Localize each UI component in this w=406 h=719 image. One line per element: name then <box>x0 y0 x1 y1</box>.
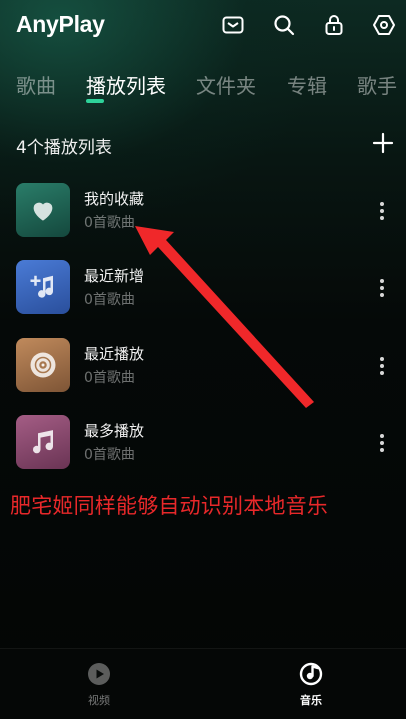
playlist-item-most-played[interactable]: 最多播放 0首歌曲 <box>0 415 406 485</box>
settings-icon[interactable] <box>372 13 396 37</box>
nav-video[interactable]: 视频 <box>69 661 129 708</box>
more-options-icon[interactable] <box>374 277 390 299</box>
tab-songs[interactable]: 歌曲 <box>16 70 56 99</box>
tab-artists[interactable]: 歌手 <box>357 70 397 99</box>
category-tabs: 歌曲 播放列表 文件夹 专辑 歌手 <box>0 64 406 108</box>
music-disc-icon <box>299 662 323 686</box>
top-bar: AnyPlay <box>0 0 406 52</box>
playlist-title: 最近新增 <box>84 267 145 285</box>
playlist-song-count: 0首歌曲 <box>84 215 135 231</box>
playlist-item-recently-played[interactable]: 最近播放 0首歌曲 <box>0 338 406 408</box>
app-logo: AnyPlay <box>16 11 105 37</box>
music-note-icon <box>16 415 70 469</box>
playlist-title: 最多播放 <box>84 422 145 440</box>
nav-video-label: 视频 <box>88 694 110 707</box>
playlist-song-count: 0首歌曲 <box>84 292 135 308</box>
playlist-count: 4个播放列表 <box>16 138 112 158</box>
search-icon[interactable] <box>272 13 296 37</box>
playlist-item-favorites[interactable]: 我的收藏 0首歌曲 <box>0 183 406 253</box>
nav-music[interactable]: 音乐 <box>281 661 341 708</box>
heart-icon <box>16 183 70 237</box>
more-options-icon[interactable] <box>374 355 390 377</box>
playlist-song-count: 0首歌曲 <box>84 370 135 386</box>
playlist-title: 最近播放 <box>84 345 145 363</box>
playlist-item-recently-added[interactable]: 最近新增 0首歌曲 <box>0 260 406 330</box>
mail-icon[interactable] <box>221 13 245 37</box>
more-options-icon[interactable] <box>374 200 390 222</box>
bottom-nav: 视频 音乐 <box>0 648 406 719</box>
active-tab-indicator <box>86 99 104 103</box>
more-options-icon[interactable] <box>374 432 390 454</box>
annotation-caption: 肥宅姬同样能够自动识别本地音乐 <box>10 494 328 518</box>
tab-albums[interactable]: 专辑 <box>287 70 327 99</box>
nav-music-label: 音乐 <box>300 694 322 707</box>
playlist-title: 我的收藏 <box>84 190 145 208</box>
add-playlist-button[interactable] <box>372 132 394 154</box>
disc-icon <box>16 338 70 392</box>
tab-playlists[interactable]: 播放列表 <box>86 70 166 99</box>
lock-icon[interactable] <box>322 13 346 37</box>
playlist-song-count: 0首歌曲 <box>84 447 135 463</box>
music-add-icon <box>16 260 70 314</box>
tab-folders[interactable]: 文件夹 <box>196 70 256 99</box>
play-circle-icon <box>88 663 110 685</box>
